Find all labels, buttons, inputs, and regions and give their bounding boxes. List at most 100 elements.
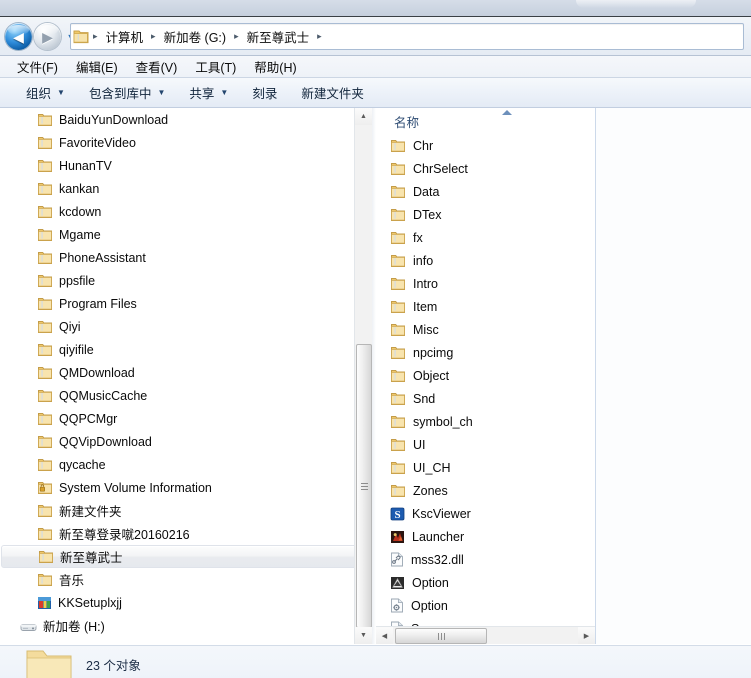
scroll-up-button[interactable]: ▲ xyxy=(355,108,372,125)
share-with-button[interactable]: 共享 ▼ xyxy=(177,80,240,105)
folder-icon xyxy=(37,573,53,587)
include-in-library-button[interactable]: 包含到库中 ▼ xyxy=(77,80,177,105)
scroll-right-button[interactable]: ▶ xyxy=(578,627,595,644)
menu-item-view[interactable]: 查看(V) xyxy=(127,55,187,78)
breadcrumb-separator-1[interactable]: ▸ xyxy=(147,31,160,42)
file-list-item[interactable]: Chr xyxy=(376,134,595,157)
tree-item[interactable]: Program Files xyxy=(0,292,372,315)
tree-item[interactable]: QMDownload xyxy=(0,361,372,384)
breadcrumb-separator-0: ▸ xyxy=(93,31,98,41)
tree-item[interactable]: Qiyi xyxy=(0,315,372,338)
folder-icon xyxy=(390,300,406,314)
chevron-down-icon: ▼ xyxy=(57,88,65,97)
organize-button[interactable]: 组织 ▼ xyxy=(14,80,77,105)
address-bar-container: ◀ ▶ ▼ ▸ 计算机 ▸ 新加卷 (G:) ▸ 新至尊 xyxy=(0,17,751,56)
file-list-item[interactable]: Option xyxy=(376,594,595,617)
tree-item[interactable]: FavoriteVideo xyxy=(0,131,372,154)
file-list-item-label: Option xyxy=(411,598,448,613)
tree-item[interactable]: kcdown xyxy=(0,200,372,223)
file-list-item[interactable]: DTex xyxy=(376,203,595,226)
tree-item[interactable]: Mgame xyxy=(0,223,372,246)
navigation-pane-scrollbar[interactable]: ▲ ▼ xyxy=(354,108,372,644)
file-list-item[interactable]: info xyxy=(376,249,595,272)
file-list-item[interactable]: Object xyxy=(376,364,595,387)
folder-icon xyxy=(390,254,406,268)
file-list-item[interactable]: Data xyxy=(376,180,595,203)
file-list-item[interactable]: UI xyxy=(376,433,595,456)
new-folder-button[interactable]: 新建文件夹 xyxy=(289,80,376,105)
file-list-item-label: ChrSelect xyxy=(413,161,468,176)
navigation-pane[interactable]: BaiduYunDownload FavoriteVideo HunanTV kank… xyxy=(0,108,372,644)
file-list-item[interactable]: Option xyxy=(376,571,595,594)
breadcrumb-item-computer[interactable]: 计算机 xyxy=(102,26,148,47)
folder-icon xyxy=(390,139,406,153)
address-bar[interactable]: ▸ 计算机 ▸ 新加卷 (G:) ▸ 新至尊武士 ▸ xyxy=(70,23,744,50)
breadcrumb-separator-3[interactable]: ▸ xyxy=(313,31,326,42)
menu-item-help[interactable]: 帮助(H) xyxy=(245,55,305,78)
burn-button[interactable]: 刻录 xyxy=(240,80,289,105)
file-list-item[interactable]: Snd xyxy=(376,387,595,410)
tree-item-label: KKSetuplxjj xyxy=(58,595,122,610)
tree-item[interactable]: 新加卷 (H:) xyxy=(0,614,372,637)
ksc-viewer-app-icon: S xyxy=(390,507,405,521)
burn-label: 刻录 xyxy=(252,87,278,101)
tree-item-label: HunanTV xyxy=(59,158,112,173)
scroll-left-button[interactable]: ◀ xyxy=(376,627,393,644)
tree-item[interactable]: QQPCMgr xyxy=(0,407,372,430)
tree-item-label: FavoriteVideo xyxy=(59,135,136,150)
tree-item[interactable]: ppsfile xyxy=(0,269,372,292)
file-list-item[interactable]: Misc xyxy=(376,318,595,341)
tree-item[interactable]: qiyifile xyxy=(0,338,372,361)
file-list-item[interactable]: npcimg xyxy=(376,341,595,364)
file-list-item[interactable]: Launcher xyxy=(376,525,595,548)
tree-item[interactable]: kankan xyxy=(0,177,372,200)
file-list-item[interactable]: Intro xyxy=(376,272,595,295)
tree-item[interactable]: PhoneAssistant xyxy=(0,246,372,269)
back-button[interactable]: ◀ xyxy=(5,23,32,50)
folder-icon xyxy=(37,504,53,518)
breadcrumb-separator-2[interactable]: ▸ xyxy=(230,31,243,42)
tree-item[interactable]: 新建文件夹 xyxy=(0,499,372,522)
folder-icon xyxy=(390,162,406,176)
file-list-item[interactable]: Item xyxy=(376,295,595,318)
file-list-item[interactable]: symbol_ch xyxy=(376,410,595,433)
folder-icon xyxy=(37,366,53,380)
folder-icon xyxy=(37,527,53,541)
file-list-item[interactable]: S KscViewer xyxy=(376,502,595,525)
scroll-down-button[interactable]: ▼ xyxy=(355,627,372,644)
breadcrumb-item-current-folder[interactable]: 新至尊武士 xyxy=(243,26,314,47)
forward-button[interactable]: ▶ xyxy=(34,23,61,50)
file-list-item[interactable]: ChrSelect xyxy=(376,157,595,180)
file-list-pane[interactable]: 名称 Chr ChrSelect Data DTex fx info Intro Item Mi… xyxy=(376,108,751,644)
file-list-item-label: Data xyxy=(413,184,440,199)
tree-item-label: kcdown xyxy=(59,204,102,219)
tree-item[interactable]: KKSetuplxjj xyxy=(0,591,372,614)
file-list-item-label: Snd xyxy=(413,391,436,406)
column-header-name[interactable]: 名称 xyxy=(376,108,613,134)
folder-icon xyxy=(390,461,406,475)
tree-item[interactable]: 新至尊登录噈20160216 xyxy=(0,522,372,545)
tree-item-selected[interactable]: 新至尊武士 xyxy=(1,545,366,568)
tree-item[interactable]: qycache xyxy=(0,453,372,476)
tree-item[interactable]: 音乐 xyxy=(0,568,372,591)
breadcrumb-item-drive-g[interactable]: 新加卷 (G:) xyxy=(160,26,231,47)
folder-icon xyxy=(37,136,53,150)
scrollbar-thumb[interactable] xyxy=(356,344,372,628)
tree-item[interactable]: System Volume Information xyxy=(0,476,372,499)
folder-icon xyxy=(73,30,89,44)
menu-item-edit[interactable]: 编辑(E) xyxy=(67,55,127,78)
tree-item[interactable]: BaiduYunDownload xyxy=(0,108,372,131)
file-list-horizontal-scrollbar[interactable]: ◀ ▶ xyxy=(376,626,595,644)
tree-item[interactable]: HunanTV xyxy=(0,154,372,177)
menu-item-file[interactable]: 文件(F) xyxy=(8,55,67,78)
horizontal-scrollbar-thumb[interactable] xyxy=(395,628,487,644)
file-list-item[interactable]: fx xyxy=(376,226,595,249)
tree-item-label: 新加卷 (H:) xyxy=(43,620,105,634)
file-list-item-label: Launcher xyxy=(412,529,465,544)
file-list-item[interactable]: UI_CH xyxy=(376,456,595,479)
file-list-item[interactable]: Zones xyxy=(376,479,595,502)
tree-item[interactable]: QQVipDownload xyxy=(0,430,372,453)
menu-item-tools[interactable]: 工具(T) xyxy=(186,55,245,78)
tree-item[interactable]: QQMusicCache xyxy=(0,384,372,407)
file-list-item[interactable]: mss32.dll xyxy=(376,548,595,571)
